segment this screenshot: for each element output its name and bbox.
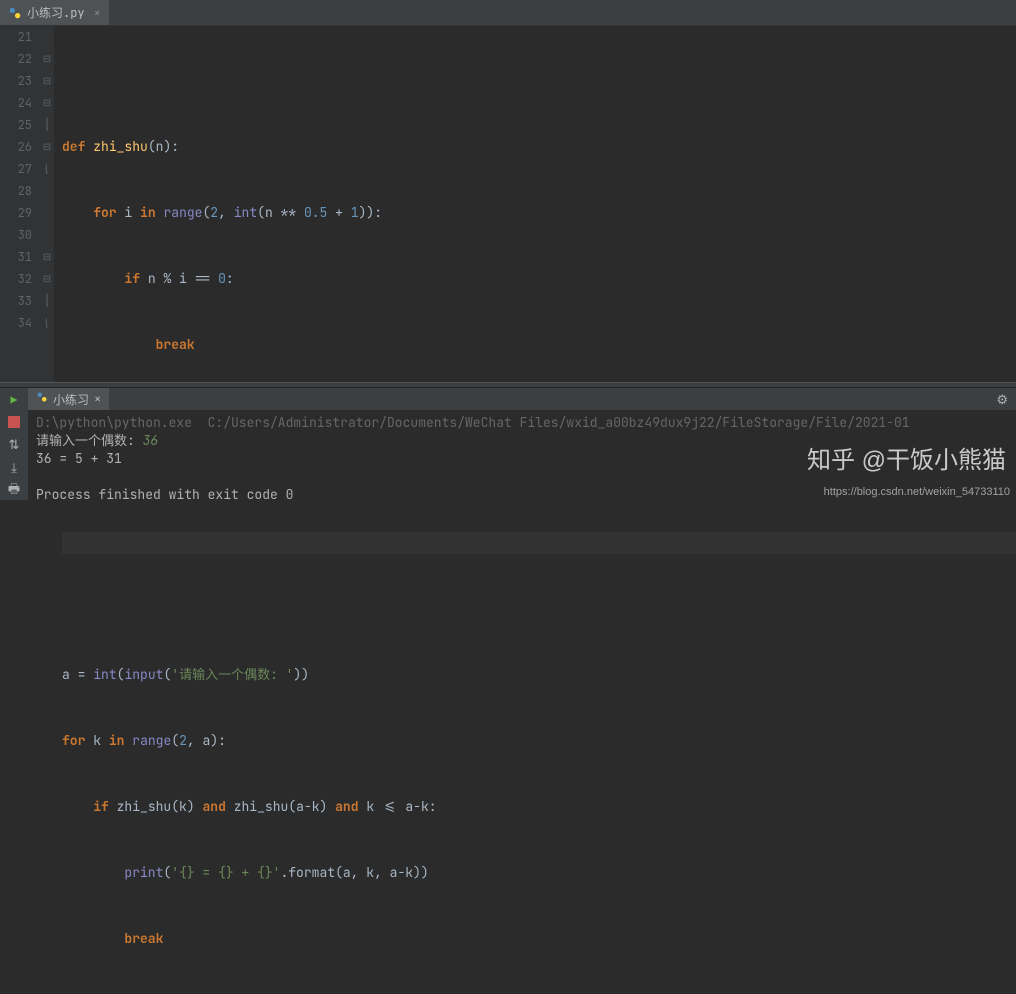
code-area[interactable]: def zhi_shu(n): for i in range(2, int(n … [54, 26, 1016, 382]
line-number: 22 [0, 48, 32, 70]
code-line: for i in range(2, int(n ** 0.5 + 1)): [62, 202, 1016, 224]
editor-tab-bar: 小练习.py × [0, 0, 1016, 26]
console-line: 36 = 5 + 31 [36, 450, 122, 467]
console-line: 请输入一个偶数: 36 [36, 432, 158, 449]
console-output[interactable]: D:\python\python.exe C:/Users/Administra… [28, 410, 1016, 500]
code-line: a = int(input('请输入一个偶数: ')) [62, 664, 1016, 686]
console-line: D:\python\python.exe C:/Users/Administra… [36, 414, 910, 431]
gear-icon[interactable]: ⚙ [996, 391, 1016, 408]
code-line [62, 532, 1016, 554]
console-line: Process finished with exit code 0 [36, 486, 293, 500]
close-icon[interactable]: × [94, 391, 101, 407]
code-line: print('{} = {} + {}'.format(a, k, a-k)) [62, 862, 1016, 884]
line-number: 30 [0, 224, 32, 246]
line-number: 27 [0, 158, 32, 180]
run-panel: ⇅ ⤓ 🖶 小练习 × ⚙ D:\python\python.exe C:/Us… [0, 388, 1016, 500]
line-number: 31 [0, 246, 32, 268]
run-toolbar: ⇅ ⤓ 🖶 [0, 388, 28, 500]
code-line: if zhi_shu(k) and zhi_shu(a-k) and k <= … [62, 796, 1016, 818]
wrap-icon[interactable]: ⇅ [5, 436, 23, 453]
line-number: 26 [0, 136, 32, 158]
line-number: 24 [0, 92, 32, 114]
line-number: 25 [0, 114, 32, 136]
python-icon [36, 391, 48, 407]
run-tab[interactable]: 小练习 × [28, 388, 109, 410]
close-icon[interactable]: × [94, 5, 101, 21]
editor-tab-label: 小练习.py [27, 4, 85, 21]
line-number: 32 [0, 268, 32, 290]
code-line: if n % i == 0: [62, 268, 1016, 290]
code-line: def zhi_shu(n): [62, 136, 1016, 158]
rerun-icon[interactable] [5, 392, 23, 408]
code-line: break [62, 334, 1016, 356]
line-number: 34 [0, 312, 32, 334]
scroll-icon[interactable]: ⤓ [5, 459, 23, 476]
print-icon[interactable]: 🖶 [5, 482, 23, 500]
code-editor[interactable]: 21 22 23 24 25 26 27 28 29 30 31 32 33 3… [0, 26, 1016, 382]
code-line [62, 598, 1016, 620]
fold-column: ⊟⊟⊟│⊟⌊ ⊟⊟│⌊ [40, 26, 54, 382]
python-file-icon [8, 6, 22, 20]
line-number: 29 [0, 202, 32, 224]
code-line [62, 70, 1016, 92]
run-tab-label: 小练习 [53, 391, 89, 408]
line-number: 23 [0, 70, 32, 92]
line-number: 21 [0, 26, 32, 48]
stop-icon[interactable] [5, 414, 23, 430]
line-number: 33 [0, 290, 32, 312]
code-line: for k in range(2, a): [62, 730, 1016, 752]
run-tab-bar: 小练习 × ⚙ [28, 388, 1016, 410]
editor-tab[interactable]: 小练习.py × [0, 0, 109, 25]
code-line: break [62, 928, 1016, 950]
line-number: 28 [0, 180, 32, 202]
line-number-gutter: 21 22 23 24 25 26 27 28 29 30 31 32 33 3… [0, 26, 40, 382]
